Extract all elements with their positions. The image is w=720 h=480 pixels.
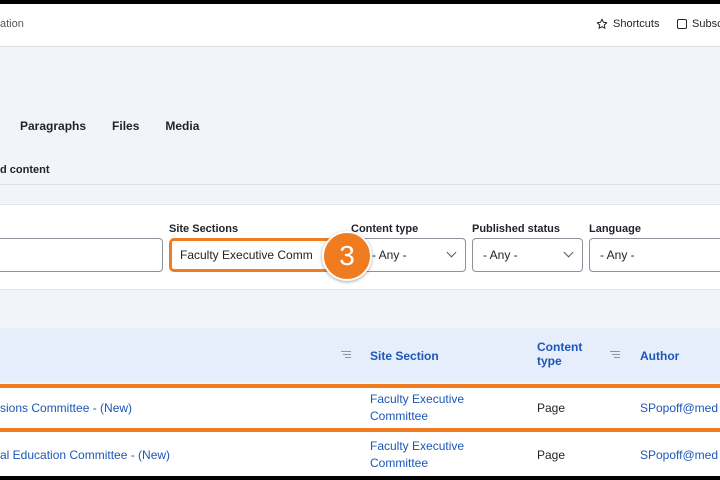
column-header-site-section[interactable]: Site Section <box>370 349 439 363</box>
app-frame: ation Shortcuts Subsc Paragraphs Files M… <box>0 4 720 476</box>
column-header-content-type[interactable]: Content type <box>537 340 597 368</box>
column-header-author[interactable]: Author <box>640 349 679 363</box>
table-row: al Education Committee - (New) Faculty E… <box>0 432 720 476</box>
checkbox-icon[interactable] <box>677 19 687 29</box>
published-status-label: Published status <box>472 223 561 235</box>
sort-icon[interactable] <box>341 351 351 358</box>
language-label: Language <box>589 223 641 235</box>
step-number-badge: 3 <box>322 231 372 281</box>
site-sections-value: Faculty Executive Comm <box>180 248 313 262</box>
tab-paragraphs[interactable]: Paragraphs <box>20 119 86 133</box>
content-type-value: - Any - <box>372 248 407 262</box>
subscribe-label: Subsc <box>692 18 720 30</box>
row-title-link[interactable]: sions Committee - (New) <box>0 400 132 417</box>
table-row: sions Committee - (New) Faculty Executiv… <box>0 384 720 432</box>
header-divider <box>0 184 720 185</box>
published-status-select[interactable]: - Any - <box>472 238 583 272</box>
subscribe-toggle[interactable]: Subsc <box>677 18 720 30</box>
tab-files[interactable]: Files <box>112 119 139 133</box>
row-site-section-link[interactable]: Faculty Executive Committee <box>370 438 480 472</box>
sort-icon[interactable] <box>610 351 620 358</box>
chevron-down-icon <box>446 247 457 258</box>
row-content-type: Page <box>537 448 566 462</box>
table-header: Site Section Content type Author <box>0 328 720 382</box>
row-author-link[interactable]: SPopoff@med <box>640 400 718 417</box>
site-sections-label: Site Sections <box>169 223 239 235</box>
chevron-down-icon <box>563 247 574 258</box>
shortcuts-button[interactable]: Shortcuts <box>596 18 659 30</box>
primary-tabs: Paragraphs Files Media <box>20 119 225 133</box>
shortcuts-label: Shortcuts <box>613 18 660 30</box>
row-site-section-link[interactable]: Faculty Executive Committee <box>370 391 480 425</box>
content-type-label: Content type <box>351 223 419 235</box>
star-icon <box>596 18 608 29</box>
row-title-link[interactable]: al Education Committee - (New) <box>0 447 170 464</box>
page-header: Paragraphs Files Media d content <box>0 47 720 185</box>
secondary-tab-content[interactable]: d content <box>0 164 50 176</box>
language-select[interactable]: - Any - <box>589 238 720 272</box>
toolbar-breadcrumb[interactable]: ation <box>0 18 24 30</box>
published-status-value: - Any - <box>483 248 518 262</box>
admin-toolbar: ation Shortcuts Subsc <box>0 4 720 47</box>
title-filter-input[interactable] <box>0 238 163 272</box>
language-value: - Any - <box>600 248 635 262</box>
row-content-type: Page <box>537 401 566 415</box>
tab-media[interactable]: Media <box>165 119 199 133</box>
row-author-link[interactable]: SPopoff@med <box>640 447 718 464</box>
